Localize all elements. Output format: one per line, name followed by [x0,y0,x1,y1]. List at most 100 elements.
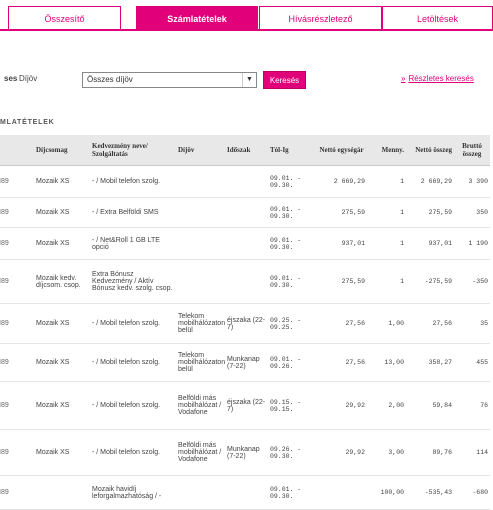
row-netto: 937,01 [406,227,454,260]
search-button[interactable]: Keresés [263,71,306,89]
invoice-items-table: Díjcsomag Kedvezmény neve/ Szolgáltatás … [0,135,490,510]
row-dijcsomag: Mozaik XS [34,429,90,476]
double-chevron-icon: » [401,74,406,83]
tab-letoltesek[interactable]: Letöltések [382,6,493,30]
row-dijov: Belföldi más mobilhálózat / Vodafone [176,381,225,430]
row-idoszak [225,165,268,198]
dijov-select-value: Összes díjöv [87,75,133,84]
row-idoszak: éjszaka (22-7) [225,303,268,344]
row-brutto: -680 [454,475,490,510]
row-id: I89 [0,381,34,430]
row-id: I89 [0,227,34,260]
col-header-id [0,135,34,166]
row-dijov [176,475,225,510]
row-brutto: 35 [454,303,490,344]
row-menny: 1 [367,227,406,260]
table-row: I89 Mozaik XS - / Net&Roll 1 GB LTE opci… [0,227,490,260]
advanced-search-link[interactable]: » Részletes keresés [401,74,474,83]
row-id: I89 [0,429,34,476]
row-tol-ig: 09.01. - 09.30. [268,259,316,304]
col-header-dijov: Díjöv [176,135,225,166]
row-tol-ig: 09.01. - 09.30. [268,197,316,228]
filter-label-dijov: Díjöv [19,74,38,83]
col-header-tol-ig: Tól-Ig [268,135,316,166]
row-dijcsomag: Mozaik XS [34,227,90,260]
row-idoszak: Munkanap (7-22) [225,429,268,476]
table-header-row: Díjcsomag Kedvezmény neve/ Szolgáltatás … [0,135,490,166]
row-id: I89 [0,197,34,228]
row-brutto: 3 390 [454,165,490,198]
tab-szamlatetelek[interactable]: Számlatételek [136,6,258,30]
advanced-search-label: Részletes keresés [408,74,474,83]
dijov-select[interactable]: Összes díjöv ▼ [82,72,257,88]
row-netto: 59,84 [406,381,454,430]
row-dijcsomag [34,475,90,510]
row-egysegar: 29,92 [316,381,367,430]
row-egysegar [316,475,367,510]
row-id: I89 [0,343,34,382]
row-egysegar: 275,59 [316,197,367,228]
row-brutto: 114 [454,429,490,476]
row-brutto: -350 [454,259,490,304]
row-dijov [176,197,225,228]
table-row: I89 Mozaik XS - / Mobil telefon szolg. T… [0,343,490,382]
table-row: I89 Mozaik XS - / Mobil telefon szolg. T… [0,303,490,344]
chevron-down-icon[interactable]: ▼ [242,73,256,87]
row-dijov [176,165,225,198]
col-header-dijcsomag: Díjcsomag [34,135,90,166]
row-brutto: 350 [454,197,490,228]
row-idoszak [225,259,268,304]
row-tol-ig: 09.01. - 09.30. [268,165,316,198]
row-brutto: 76 [454,381,490,430]
row-dijcsomag: Mozaik kedv. díjcsom. csop. [34,259,90,304]
col-header-egysegar: Nettó egységár [316,135,367,166]
row-dijcsomag: Mozaik XS [34,381,90,430]
row-dijcsomag: Mozaik XS [34,303,90,344]
row-netto: 89,76 [406,429,454,476]
row-id: I89 [0,259,34,304]
row-menny: 1 [367,259,406,304]
table-row: I89 Mozaik kedv. díjcsom. csop. Extra Bó… [0,259,490,304]
row-szolgaltatas: - / Extra Belföldi SMS [90,197,176,228]
col-header-brutto: Bruttó összeg [454,135,490,166]
table-row: I89 Mozaik XS - / Mobil telefon szolg. B… [0,429,490,476]
row-menny: 2,00 [367,381,406,430]
row-szolgaltatas: Mozaik havidíj leforgalmazhatóság / - [90,475,176,510]
row-egysegar: 27,56 [316,303,367,344]
row-szolgaltatas: - / Mobil telefon szolg. [90,303,176,344]
row-dijcsomag: Mozaik XS [34,197,90,228]
row-szolgaltatas: - / Net&Roll 1 GB LTE opció [90,227,176,260]
row-idoszak [225,197,268,228]
row-idoszak: éjszaka (22-7) [225,381,268,430]
row-szolgaltatas: - / Mobil telefon szolg. [90,165,176,198]
row-id: I89 [0,165,34,198]
row-brutto: 455 [454,343,490,382]
col-header-idoszak: Időszak [225,135,268,166]
tab-osszesito[interactable]: Összesítő [8,6,121,30]
tab-hivasreszletezo[interactable]: Hívásrészletező [259,6,382,30]
row-tol-ig: 09.15. - 09.15. [268,381,316,430]
row-menny: 13,00 [367,343,406,382]
tab-bar: Összesítő Számlatételek Hívásrészletező … [0,6,493,30]
row-szolgaltatas: - / Mobil telefon szolg. [90,343,176,382]
row-egysegar: 27,56 [316,343,367,382]
row-menny: 3,00 [367,429,406,476]
row-netto: 358,27 [406,343,454,382]
row-dijov [176,227,225,260]
table-row: I89 Mozaik XS - / Mobil telefon szolg. B… [0,381,490,430]
row-netto: -275,59 [406,259,454,304]
table-row: I89 Mozaik XS - / Mobil telefon szolg. 0… [0,165,490,198]
row-menny: 1 [367,197,406,228]
row-id: I89 [0,303,34,344]
row-brutto: 1 190 [454,227,490,260]
row-menny: 100,00 [367,475,406,510]
row-netto: 2 669,29 [406,165,454,198]
row-dijov: Telekom mobilhálózaton belül [176,343,225,382]
table-row: I89 Mozaik XS - / Extra Belföldi SMS 09.… [0,197,490,228]
row-dijcsomag: Mozaik XS [34,343,90,382]
row-egysegar: 937,01 [316,227,367,260]
row-dijov [176,259,225,304]
row-dijov: Telekom mobilhálózaton belül [176,303,225,344]
row-szolgaltatas: - / Mobil telefon szolg. [90,381,176,430]
row-menny: 1 [367,165,406,198]
